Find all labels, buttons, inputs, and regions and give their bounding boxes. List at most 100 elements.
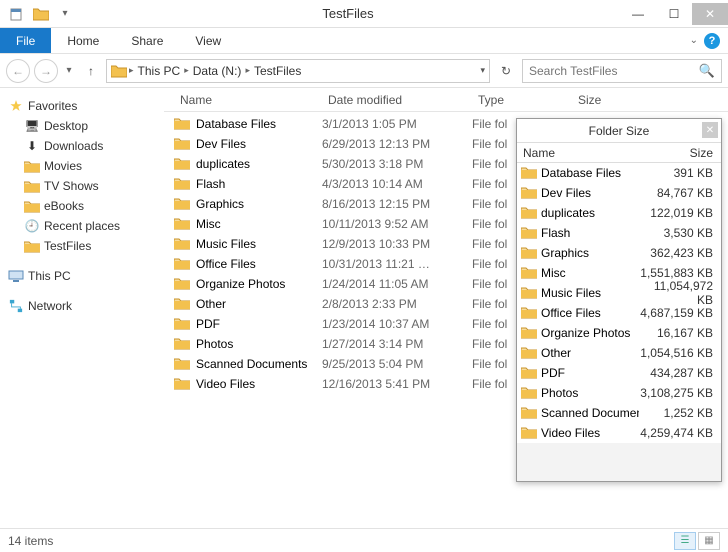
column-size[interactable]: Size: [572, 93, 632, 107]
file-date: 1/24/2014 11:05 AM: [322, 277, 472, 291]
share-tab[interactable]: Share: [115, 28, 179, 53]
folder-icon: [521, 205, 537, 222]
properties-button[interactable]: [6, 3, 28, 25]
nav-item[interactable]: ⬇Downloads: [4, 136, 164, 156]
favorites-node[interactable]: Favorites: [4, 96, 164, 116]
file-name: Other: [196, 297, 226, 311]
up-button[interactable]: ↑: [80, 60, 102, 82]
popup-row-name: Organize Photos: [541, 326, 630, 340]
popup-row-size: 4,259,474 KB: [639, 426, 721, 440]
folder-icon: [174, 316, 190, 333]
nav-item-icon: ⬇: [24, 138, 40, 154]
nav-item-label: Recent places: [44, 219, 120, 233]
popup-row[interactable]: Organize Photos 16,167 KB: [517, 323, 721, 343]
folder-icon: [521, 265, 537, 282]
column-date[interactable]: Date modified: [322, 93, 472, 107]
column-type[interactable]: Type: [472, 93, 572, 107]
folder-icon: [174, 236, 190, 253]
nav-item[interactable]: 🖥Desktop: [4, 116, 164, 136]
popup-titlebar[interactable]: Folder Size ✕: [517, 119, 721, 143]
popup-row-size: 391 KB: [639, 166, 721, 180]
popup-row[interactable]: Music Files11,054,972 KB: [517, 283, 721, 303]
maximize-button[interactable]: ☐: [656, 3, 692, 25]
file-date: 5/30/2013 3:18 PM: [322, 157, 472, 171]
file-tab[interactable]: File: [0, 28, 51, 53]
minimize-button[interactable]: —: [620, 3, 656, 25]
folder-icon: [174, 356, 190, 373]
column-headers: Name Date modified Type Size: [164, 88, 728, 112]
tree-label: This PC: [28, 269, 71, 283]
help-icon[interactable]: ?: [704, 33, 720, 49]
popup-row[interactable]: duplicates122,019 KB: [517, 203, 721, 223]
nav-item[interactable]: eBooks: [4, 196, 164, 216]
nav-item-icon: 🕘: [24, 218, 40, 234]
popup-row-size: 16,167 KB: [639, 326, 721, 340]
nav-item[interactable]: 🕘 Recent places: [4, 216, 164, 236]
popup-row[interactable]: Video Files4,259,474 KB: [517, 423, 721, 443]
file-name: Organize Photos: [196, 277, 285, 291]
title-bar: ▾ TestFiles — ☐ ✕: [0, 0, 728, 28]
icons-view-button[interactable]: ▦: [698, 532, 720, 550]
file-name: Photos: [196, 337, 233, 351]
history-dropdown[interactable]: ▾: [62, 59, 76, 83]
nav-item-icon: [24, 198, 40, 214]
popup-row[interactable]: Scanned Documents1,252 KB: [517, 403, 721, 423]
details-view-button[interactable]: ☰: [674, 532, 696, 550]
nav-item[interactable]: TV Shows: [4, 176, 164, 196]
home-tab[interactable]: Home: [51, 28, 115, 53]
breadcrumb-item[interactable]: This PC: [136, 64, 183, 78]
ribbon-expand-icon[interactable]: ⌄: [690, 35, 698, 46]
nav-item[interactable]: TestFiles: [4, 236, 164, 256]
popup-row-name: Photos: [541, 386, 578, 400]
refresh-button[interactable]: ↻: [494, 59, 518, 83]
search-box[interactable]: 🔍: [522, 59, 722, 83]
forward-button[interactable]: →: [34, 59, 58, 83]
popup-row[interactable]: Flash3,530 KB: [517, 223, 721, 243]
popup-column-headers: Name Size: [517, 143, 721, 163]
popup-column-size[interactable]: Size: [641, 146, 721, 160]
folder-icon: [174, 116, 190, 133]
folder-icon: [174, 176, 190, 193]
popup-row-size: 4,687,159 KB: [639, 306, 721, 320]
folder-icon: [174, 156, 190, 173]
qat-dropdown[interactable]: ▾: [54, 3, 76, 25]
popup-row[interactable]: PDF434,287 KB: [517, 363, 721, 383]
popup-row[interactable]: Other1,054,516 KB: [517, 343, 721, 363]
nav-item-icon: [24, 178, 40, 194]
file-date: 6/29/2013 12:13 PM: [322, 137, 472, 151]
popup-row[interactable]: Graphics362,423 KB: [517, 243, 721, 263]
folder-icon: [521, 325, 537, 342]
file-name: PDF: [196, 317, 220, 331]
popup-row[interactable]: Database Files391 KB: [517, 163, 721, 183]
chevron-icon[interactable]: ▸: [129, 65, 134, 76]
breadcrumb-item[interactable]: Data (N:): [191, 64, 244, 78]
network-node[interactable]: Network: [4, 296, 164, 316]
popup-row[interactable]: Photos3,108,275 KB: [517, 383, 721, 403]
folder-icon: [174, 196, 190, 213]
file-date: 10/31/2013 11:21 …: [322, 257, 472, 271]
navigation-pane: Favorites 🖥Desktop⬇DownloadsMoviesTV Sho…: [0, 88, 164, 528]
file-name: Office Files: [196, 257, 256, 271]
popup-close-button[interactable]: ✕: [702, 122, 718, 138]
popup-column-name[interactable]: Name: [517, 146, 641, 160]
nav-item-label: eBooks: [44, 199, 84, 213]
this-pc-node[interactable]: This PC: [4, 266, 164, 286]
file-date: 2/8/2013 2:33 PM: [322, 297, 472, 311]
chevron-icon[interactable]: ▸: [184, 65, 189, 76]
folder-icon: [111, 64, 127, 78]
breadcrumb-item[interactable]: TestFiles: [252, 64, 303, 78]
new-folder-button[interactable]: [30, 3, 52, 25]
chevron-icon[interactable]: ▸: [245, 65, 250, 76]
file-name: duplicates: [196, 157, 250, 171]
search-input[interactable]: [529, 64, 699, 78]
back-button[interactable]: ←: [6, 59, 30, 83]
view-tab[interactable]: View: [179, 28, 237, 53]
popup-row[interactable]: Dev Files84,767 KB: [517, 183, 721, 203]
breadcrumb-dropdown-icon[interactable]: ▾: [480, 65, 485, 76]
search-icon[interactable]: 🔍: [699, 63, 715, 79]
nav-item[interactable]: Movies: [4, 156, 164, 176]
popup-row[interactable]: Office Files4,687,159 KB: [517, 303, 721, 323]
breadcrumb[interactable]: ▸ This PC ▸ Data (N:) ▸ TestFiles ▾: [106, 59, 490, 83]
column-name[interactable]: Name: [174, 93, 322, 107]
close-button[interactable]: ✕: [692, 3, 728, 25]
